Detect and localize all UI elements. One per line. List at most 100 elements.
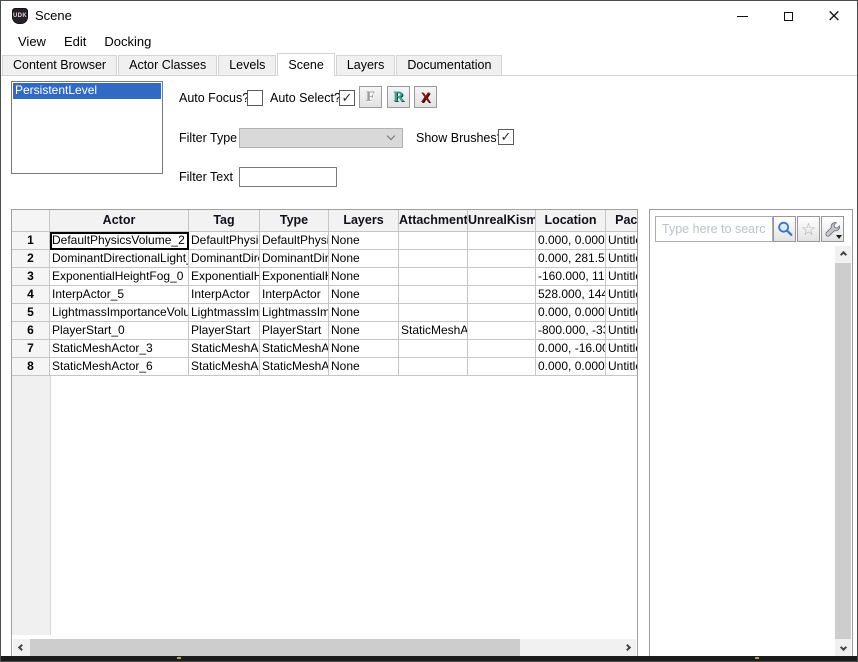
cell-actor[interactable]: PlayerStart_0: [50, 322, 189, 340]
cell-tag[interactable]: InterpActor: [189, 286, 260, 304]
cell-layers[interactable]: None: [329, 232, 399, 250]
scroll-left-button[interactable]: [13, 639, 30, 656]
cell-package[interactable]: Untitled: [606, 268, 638, 286]
cell-unrealkismet[interactable]: [468, 286, 536, 304]
cell-location[interactable]: 528.000, 144: [536, 286, 606, 304]
tab-layers[interactable]: Layers: [336, 55, 396, 75]
col-header-type[interactable]: Type: [260, 210, 329, 232]
cell-tag[interactable]: DefaultPhysicsVolume: [189, 232, 260, 250]
menu-edit[interactable]: Edit: [55, 31, 95, 53]
scroll-down-button[interactable]: [835, 639, 851, 656]
cell-actor[interactable]: StaticMeshActor_3: [50, 340, 189, 358]
cell-attachment-base[interactable]: [399, 250, 468, 268]
cell-layers[interactable]: None: [329, 358, 399, 376]
show-brushes-checkbox[interactable]: ✓: [498, 129, 514, 145]
cell-actor[interactable]: LightmassImportanceVolume_0: [50, 304, 189, 322]
cell-attachment-base[interactable]: StaticMeshActor_3: [399, 322, 468, 340]
search-input[interactable]: [655, 216, 773, 242]
cell-layers[interactable]: None: [329, 304, 399, 322]
cell-package[interactable]: Untitled: [606, 250, 638, 268]
cell-actor[interactable]: StaticMeshActor_6: [50, 358, 189, 376]
col-header-attachment-base[interactable]: Attachment Base: [399, 210, 468, 232]
cell-type[interactable]: DefaultPhysicsVolume: [260, 232, 329, 250]
cell-location[interactable]: 0.000, 0.000,: [536, 232, 606, 250]
level-item-persistentlevel[interactable]: PersistentLevel: [13, 83, 161, 99]
filter-text-input[interactable]: [239, 167, 337, 187]
cell-tag[interactable]: LightmassImportanceVolume: [189, 304, 260, 322]
tab-actor-classes[interactable]: Actor Classes: [118, 55, 217, 75]
cell-attachment-base[interactable]: [399, 358, 468, 376]
cell-location[interactable]: 0.000, 0.000,: [536, 304, 606, 322]
tab-scene[interactable]: Scene: [277, 53, 334, 76]
cell-tag[interactable]: StaticMeshActor: [189, 358, 260, 376]
cell-attachment-base[interactable]: [399, 340, 468, 358]
tab-levels[interactable]: Levels: [218, 55, 276, 75]
auto-focus-checkbox[interactable]: [247, 90, 263, 106]
col-header-location[interactable]: Location: [536, 210, 606, 232]
row-header[interactable]: 3: [12, 268, 50, 286]
horizontal-scrollbar-track[interactable]: [520, 639, 619, 656]
cell-tag[interactable]: StaticMeshActor: [189, 340, 260, 358]
cell-attachment-base[interactable]: [399, 286, 468, 304]
cell-type[interactable]: LightmassImportanceVolume: [260, 304, 329, 322]
cell-actor[interactable]: DominantDirectionalLight_0: [50, 250, 189, 268]
col-header-layers[interactable]: Layers: [329, 210, 399, 232]
cell-unrealkismet[interactable]: [468, 340, 536, 358]
menu-docking[interactable]: Docking: [95, 31, 160, 53]
cell-package[interactable]: Untitled: [606, 304, 638, 322]
cell-unrealkismet[interactable]: [468, 250, 536, 268]
cell-actor[interactable]: DefaultPhysicsVolume_2: [50, 232, 189, 250]
cell-type[interactable]: ExponentialHeightFog: [260, 268, 329, 286]
close-button[interactable]: ×: [811, 1, 857, 31]
search-options-button[interactable]: [821, 216, 844, 242]
row-header[interactable]: 7: [12, 340, 50, 358]
cell-unrealkismet[interactable]: [468, 358, 536, 376]
table-row[interactable]: 5 LightmassImportanceVolume_0 LightmassI…: [12, 304, 638, 322]
table-row[interactable]: 2 DominantDirectionalLight_0 DominantDir…: [12, 250, 638, 268]
table-row[interactable]: 6 PlayerStart_0 PlayerStart PlayerStart …: [12, 322, 638, 340]
col-header-tag[interactable]: Tag: [189, 210, 260, 232]
cell-package[interactable]: Untitled: [606, 322, 638, 340]
reload-button[interactable]: R: [387, 86, 410, 108]
col-header-package[interactable]: Package: [606, 210, 638, 232]
cell-location[interactable]: -800.000, -33: [536, 322, 606, 340]
auto-select-checkbox[interactable]: ✓: [339, 90, 355, 106]
row-header[interactable]: 1: [12, 232, 50, 250]
row-header[interactable]: 6: [12, 322, 50, 340]
minimize-button[interactable]: [719, 1, 765, 31]
cell-attachment-base[interactable]: [399, 268, 468, 286]
cell-attachment-base[interactable]: [399, 232, 468, 250]
levels-listbox[interactable]: PersistentLevel: [11, 81, 163, 174]
cell-layers[interactable]: None: [329, 268, 399, 286]
cell-layers[interactable]: None: [329, 322, 399, 340]
cell-attachment-base[interactable]: [399, 304, 468, 322]
scroll-right-button[interactable]: [619, 639, 636, 656]
cell-actor[interactable]: ExponentialHeightFog_0: [50, 268, 189, 286]
vertical-scrollbar-thumb[interactable]: [835, 263, 851, 639]
table-row[interactable]: 8 StaticMeshActor_6 StaticMeshActor Stat…: [12, 358, 638, 376]
col-header-rownum[interactable]: [12, 210, 50, 232]
vertical-scrollbar[interactable]: [835, 246, 851, 656]
favorites-button[interactable]: ☆: [797, 216, 820, 242]
cell-package[interactable]: Untitled: [606, 340, 638, 358]
col-header-actor[interactable]: Actor: [50, 210, 189, 232]
maximize-button[interactable]: [765, 1, 811, 31]
cell-package[interactable]: Untitled: [606, 358, 638, 376]
tab-content-browser[interactable]: Content Browser: [2, 55, 117, 75]
table-row[interactable]: 4 InterpActor_5 InterpActor InterpActor …: [12, 286, 638, 304]
cell-unrealkismet[interactable]: [468, 268, 536, 286]
cell-layers[interactable]: None: [329, 286, 399, 304]
cell-tag[interactable]: ExponentialHeightFog: [189, 268, 260, 286]
row-header[interactable]: 8: [12, 358, 50, 376]
tab-documentation[interactable]: Documentation: [396, 55, 502, 75]
cell-unrealkismet[interactable]: [468, 232, 536, 250]
horizontal-scrollbar[interactable]: [13, 639, 636, 656]
cell-location[interactable]: 0.000, 281.55: [536, 250, 606, 268]
cell-type[interactable]: DominantDirectionalLight: [260, 250, 329, 268]
table-row[interactable]: 3 ExponentialHeightFog_0 ExponentialHeig…: [12, 268, 638, 286]
focus-button[interactable]: F: [359, 86, 382, 108]
cell-unrealkismet[interactable]: [468, 304, 536, 322]
row-header[interactable]: 4: [12, 286, 50, 304]
cell-type[interactable]: PlayerStart: [260, 322, 329, 340]
table-row[interactable]: 7 StaticMeshActor_3 StaticMeshActor Stat…: [12, 340, 638, 358]
